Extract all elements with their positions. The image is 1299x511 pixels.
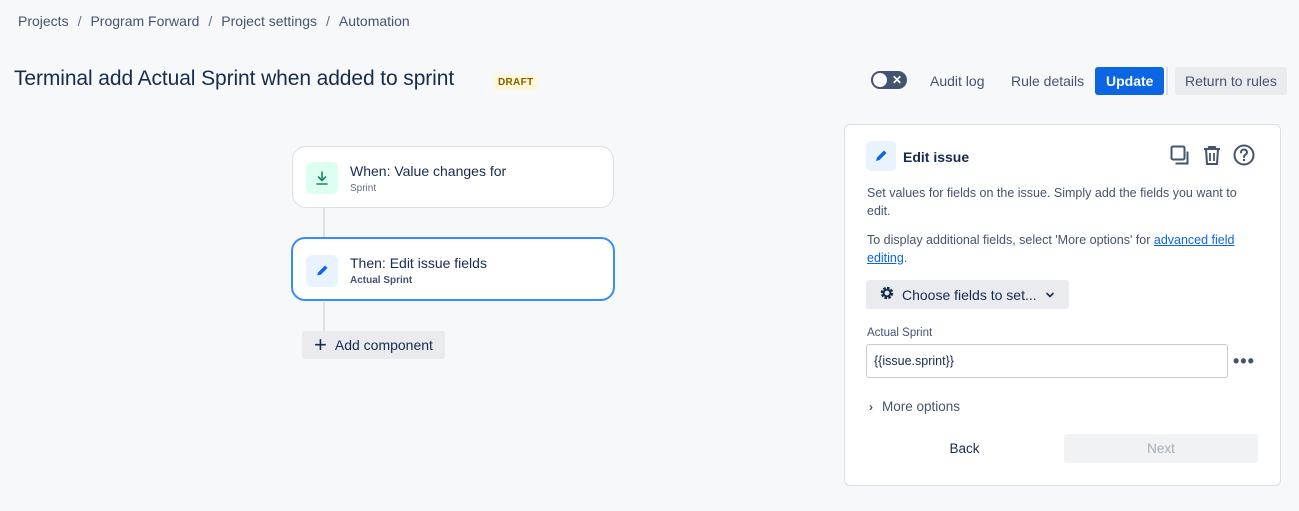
- panel-description: Set values for fields on the issue. Simp…: [867, 186, 1237, 218]
- flow-connector: [323, 302, 325, 332]
- next-button[interactable]: Next: [1064, 434, 1258, 463]
- update-button[interactable]: Update: [1095, 67, 1165, 95]
- trash-icon[interactable]: [1200, 143, 1224, 167]
- advanced-hint: To display additional fields, select 'Mo…: [867, 231, 1262, 267]
- choose-fields-label: Choose fields to set...: [902, 286, 1037, 303]
- trigger-title: When: Value changes for: [350, 163, 507, 179]
- help-icon[interactable]: [1232, 143, 1256, 167]
- action-subtitle: Actual Sprint: [350, 275, 413, 286]
- breadcrumb-separator: /: [77, 13, 82, 29]
- close-icon: ✕: [891, 73, 902, 87]
- actual-sprint-input[interactable]: [866, 344, 1228, 378]
- chevron-down-icon: [1045, 287, 1055, 303]
- trigger-card[interactable]: When: Value changes for Sprint: [292, 146, 614, 208]
- add-component-button[interactable]: + Add component: [302, 331, 445, 359]
- breadcrumb-separator: /: [326, 13, 330, 29]
- header-divider: [1166, 67, 1168, 95]
- copy-icon[interactable]: [1168, 143, 1192, 167]
- choose-fields-button[interactable]: Choose fields to set...: [866, 280, 1069, 309]
- action-title: Then: Edit issue fields: [350, 255, 487, 271]
- advanced-hint-suffix: .: [903, 251, 908, 265]
- chevron-right-icon: ›: [869, 399, 873, 414]
- action-card[interactable]: Then: Edit issue fields Actual Sprint: [291, 237, 615, 301]
- actual-sprint-label: Actual Sprint: [867, 327, 933, 339]
- trigger-arrow-down-icon: [306, 162, 338, 194]
- advanced-hint-prefix: To display additional fields, select 'Mo…: [867, 233, 1154, 247]
- flow-connector: [323, 208, 325, 238]
- audit-log-button[interactable]: Audit log: [922, 67, 992, 95]
- toggle-knob: [873, 73, 887, 87]
- panel-actions: [1168, 143, 1256, 167]
- breadcrumb-automation[interactable]: Automation: [339, 13, 410, 29]
- breadcrumb-projects[interactable]: Projects: [18, 13, 69, 29]
- more-options-label: More options: [882, 399, 961, 414]
- pencil-icon: [866, 141, 896, 171]
- breadcrumb-separator: /: [208, 13, 213, 29]
- pencil-icon: [306, 255, 338, 287]
- status-badge: DRAFT: [494, 75, 538, 90]
- page-title: Terminal add Actual Sprint when added to…: [14, 67, 455, 90]
- return-to-rules-button[interactable]: Return to rules: [1175, 67, 1287, 95]
- breadcrumb-program-forward[interactable]: Program Forward: [90, 13, 199, 29]
- more-actions-icon[interactable]: •••: [1233, 351, 1255, 372]
- trigger-subtitle: Sprint: [350, 183, 377, 194]
- back-button[interactable]: Back: [867, 434, 1062, 463]
- edit-issue-panel: Edit issue Set values for fields on the …: [844, 124, 1281, 486]
- plus-icon: +: [314, 332, 327, 357]
- panel-title: Edit issue: [903, 149, 970, 165]
- rule-enabled-toggle[interactable]: ✕: [871, 71, 907, 89]
- gear-icon: [878, 284, 896, 305]
- add-component-label: Add component: [334, 337, 433, 353]
- breadcrumb: Projects / Program Forward / Project set…: [18, 13, 410, 29]
- breadcrumb-project-settings[interactable]: Project settings: [221, 13, 317, 29]
- rule-details-button[interactable]: Rule details: [1003, 67, 1092, 95]
- more-options-toggle[interactable]: › More options: [869, 399, 960, 414]
